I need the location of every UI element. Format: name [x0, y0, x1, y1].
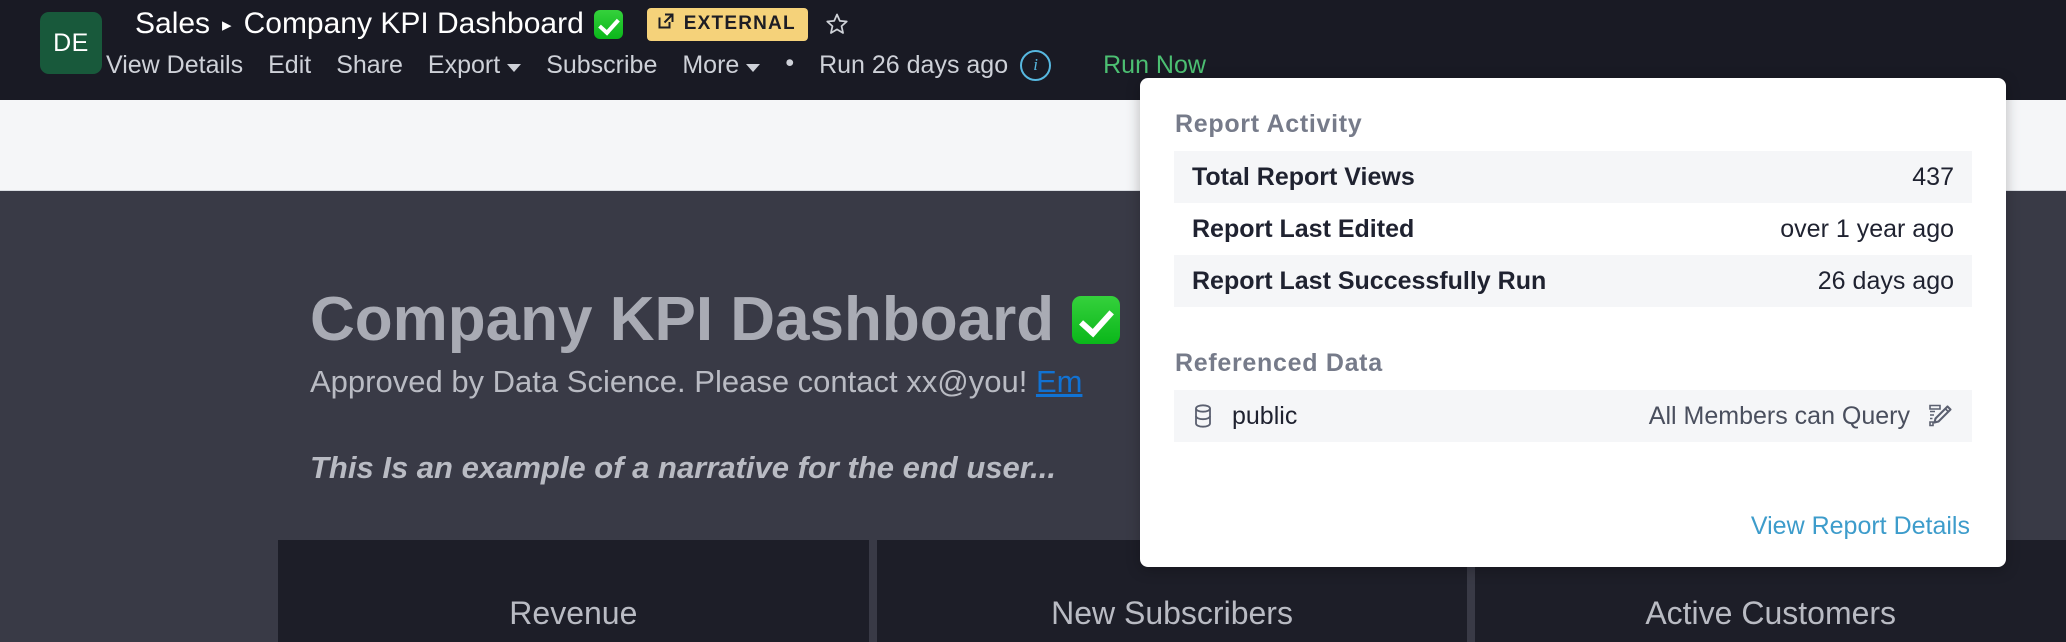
kpi-tile-label: Revenue — [278, 595, 869, 632]
table-row: Report Last Successfully Run 26 days ago — [1174, 255, 1972, 307]
external-link-icon — [657, 12, 675, 36]
referenced-data-permission: All Members can Query — [1649, 402, 1910, 431]
looker-dashboard-screen: Company KPI Dashboard Approved by Data S… — [0, 0, 2066, 642]
kpi-tile-label: New Subscribers — [877, 595, 1468, 632]
report-activity-popover: Report Activity Total Report Views 437 R… — [1140, 78, 2006, 567]
row-value: 437 — [1912, 163, 1954, 192]
view-report-details-link[interactable]: View Report Details — [1751, 512, 1970, 541]
dashboard-title: Company KPI Dashboard — [310, 284, 1120, 355]
report-activity-heading: Report Activity — [1175, 110, 2006, 139]
referenced-data-heading: Referenced Data — [1175, 349, 2006, 378]
dashboard-subtitle: Approved by Data Science. Please contact… — [310, 364, 1082, 400]
referenced-data-name: public — [1232, 402, 1297, 431]
favorite-star-icon[interactable] — [824, 11, 850, 37]
dashboard-subtitle-email-link[interactable]: Em — [1036, 364, 1083, 399]
dashboard-title-text: Company KPI Dashboard — [310, 284, 1054, 355]
row-label: Report Last Edited — [1192, 215, 1414, 244]
referenced-data-table: public All Members can Query — [1174, 390, 1972, 442]
database-icon — [1192, 403, 1214, 429]
menu-item-share[interactable]: Share — [336, 51, 403, 80]
menu-item-label: Edit — [268, 51, 311, 80]
breadcrumb: Sales ▸ Company KPI Dashboard EXTERNAL — [135, 5, 850, 43]
row-label: Total Report Views — [1192, 163, 1415, 192]
dashboard-subtitle-text: Approved by Data Science. Please contact… — [310, 364, 1019, 399]
breadcrumb-separator-icon: ▸ — [222, 16, 232, 35]
green-check-badge-icon — [1072, 296, 1120, 344]
edit-pencil-icon[interactable] — [1926, 402, 1954, 430]
dashboard-subtitle-exclaim: ! — [1019, 364, 1028, 399]
run-status-text: Run 26 days ago — [819, 51, 1008, 80]
breadcrumb-parent-link[interactable]: Sales — [135, 7, 210, 41]
info-icon[interactable]: i — [1020, 50, 1051, 81]
avatar[interactable]: DE — [40, 12, 102, 74]
report-activity-table: Total Report Views 437 Report Last Edite… — [1174, 151, 1972, 307]
menu-item-more[interactable]: More — [682, 51, 760, 80]
row-label: Report Last Successfully Run — [1192, 267, 1546, 296]
menu-item-subscribe[interactable]: Subscribe — [546, 51, 657, 80]
menu-item-view-details[interactable]: View Details — [106, 51, 243, 80]
dashboard-narrative: This Is an example of a narrative for th… — [310, 450, 1056, 486]
row-value: 26 days ago — [1818, 267, 1954, 296]
chevron-down-icon — [507, 64, 521, 72]
page-title: Company KPI Dashboard — [244, 7, 584, 41]
menu-item-label: Share — [336, 51, 403, 80]
row-value: over 1 year ago — [1780, 215, 1954, 244]
header-action-menu: View Details Edit Share Export Subscribe… — [106, 48, 1206, 82]
menu-item-label: Subscribe — [546, 51, 657, 80]
table-row[interactable]: public All Members can Query — [1174, 390, 1972, 442]
menu-item-label: View Details — [106, 51, 243, 80]
menu-item-export[interactable]: Export — [428, 51, 521, 80]
menu-separator-dot: • — [785, 49, 794, 78]
green-check-badge-icon — [594, 10, 623, 39]
chevron-down-icon — [746, 64, 760, 72]
kpi-tile-revenue[interactable]: Revenue — [278, 540, 869, 642]
run-now-button[interactable]: Run Now — [1103, 51, 1206, 80]
external-badge-label: EXTERNAL — [684, 13, 796, 35]
menu-item-edit[interactable]: Edit — [268, 51, 311, 80]
status-badge-external[interactable]: EXTERNAL — [647, 8, 808, 41]
table-row: Total Report Views 437 — [1174, 151, 1972, 203]
table-row: Report Last Edited over 1 year ago — [1174, 203, 1972, 255]
menu-item-label: Export — [428, 51, 500, 80]
kpi-tile-label: Active Customers — [1475, 595, 2066, 632]
menu-item-label: More — [682, 51, 739, 80]
